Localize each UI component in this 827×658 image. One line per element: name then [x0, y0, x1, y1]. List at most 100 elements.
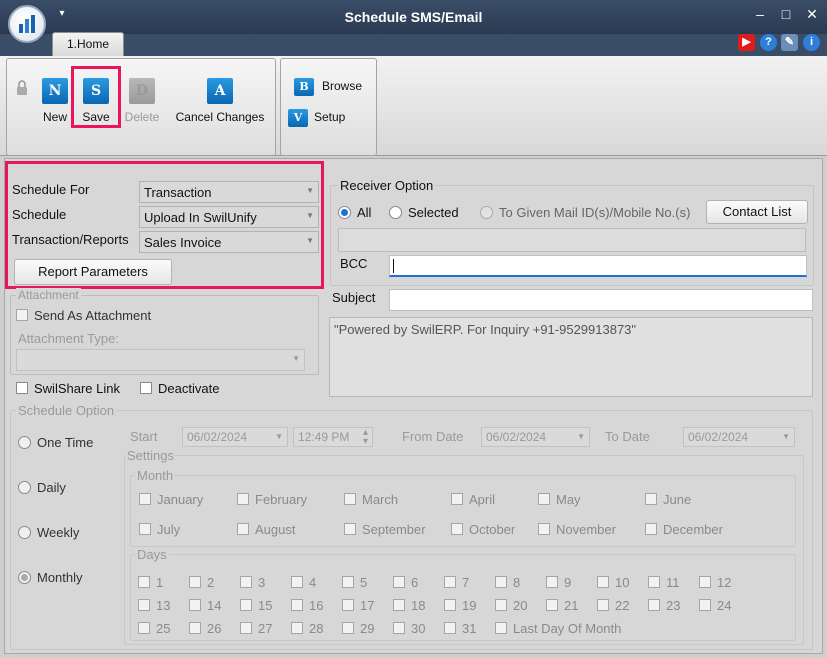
to-date-picker[interactable]: 06/02/2024 ▼	[683, 427, 795, 447]
quick-access-dropdown-icon[interactable]: ▾	[52, 8, 72, 19]
day-checkbox[interactable]: 14	[189, 598, 221, 613]
receiver-all-radio[interactable]: All	[338, 205, 371, 220]
subject-input[interactable]	[389, 289, 813, 311]
day-checkbox[interactable]: 22	[597, 598, 629, 613]
month-checkbox-label: February	[255, 492, 308, 507]
day-checkbox[interactable]: 8	[495, 575, 520, 590]
day-checkbox[interactable]: 24	[699, 598, 731, 613]
close-button[interactable]: ✕	[802, 6, 822, 23]
month-checkbox[interactable]: December	[645, 522, 723, 537]
day-checkbox[interactable]: 16	[291, 598, 323, 613]
day-checkbox[interactable]: 31	[444, 621, 476, 636]
day-checkbox[interactable]: 3	[240, 575, 265, 590]
browse-icon: B	[294, 78, 314, 96]
month-checkbox[interactable]: March	[344, 492, 398, 507]
day-checkbox-label: 11	[666, 575, 680, 590]
day-checkbox[interactable]: 28	[291, 621, 323, 636]
month-checkbox[interactable]: July	[139, 522, 180, 537]
month-checkbox[interactable]: September	[344, 522, 426, 537]
month-checkbox[interactable]: May	[538, 492, 581, 507]
message-textarea[interactable]: "Powered by SwilERP. For Inquiry +91-952…	[329, 317, 813, 397]
day-checkbox[interactable]: 13	[138, 598, 170, 613]
day-checkbox-label: 19	[462, 598, 477, 613]
day-checkbox[interactable]: 1	[138, 575, 163, 590]
schedule-select[interactable]: Upload In SwilUnify ▼	[139, 206, 319, 228]
from-date-picker[interactable]: 06/02/2024 ▼	[481, 427, 590, 447]
start-time-picker[interactable]: 12:49 PM ▴ ▾	[293, 427, 373, 447]
one-time-radio[interactable]: One Time	[18, 435, 93, 450]
checkbox-icon	[140, 382, 152, 394]
day-checkbox[interactable]: 15	[240, 598, 272, 613]
start-date-picker[interactable]: 06/02/2024 ▼	[182, 427, 288, 447]
day-checkbox[interactable]: 25	[138, 621, 170, 636]
month-checkbox[interactable]: November	[538, 522, 616, 537]
day-checkbox[interactable]: 27	[240, 621, 272, 636]
day-checkbox[interactable]: 30	[393, 621, 425, 636]
receiver-address-field[interactable]	[338, 228, 806, 252]
setup-button[interactable]: V Setup	[288, 109, 345, 129]
month-checkbox-label: January	[157, 492, 204, 507]
day-checkbox-label: 24	[717, 598, 732, 613]
day-checkbox[interactable]: 18	[393, 598, 425, 613]
save-label: Save	[82, 110, 110, 124]
report-parameters-button[interactable]: Report Parameters	[14, 259, 172, 285]
bcc-input[interactable]	[389, 255, 807, 277]
start-time-value: 12:49 PM	[298, 430, 350, 444]
youtube-icon[interactable]: ▶	[738, 34, 755, 51]
day-checkbox[interactable]: 5	[342, 575, 367, 590]
browse-button[interactable]: B Browse	[294, 78, 362, 98]
monthly-radio[interactable]: Monthly	[18, 570, 83, 585]
day-checkbox[interactable]: 19	[444, 598, 476, 613]
day-checkbox-label: 12	[717, 575, 732, 590]
day-checkbox[interactable]: 12	[699, 575, 731, 590]
checkbox-icon	[342, 622, 354, 634]
delete-button[interactable]: D Delete	[122, 78, 162, 124]
day-checkbox[interactable]: 29	[342, 621, 374, 636]
cancel-changes-button[interactable]: A Cancel Changes	[172, 78, 268, 124]
day-checkbox[interactable]: 20	[495, 598, 527, 613]
info-icon[interactable]: i	[803, 34, 820, 51]
new-button[interactable]: N New	[38, 78, 72, 124]
save-button[interactable]: S Save	[79, 78, 113, 124]
attachment-type-select[interactable]: ▼	[16, 349, 305, 371]
maximize-button[interactable]: □	[776, 6, 796, 22]
radio-icon	[480, 206, 493, 219]
receiver-selected-radio[interactable]: Selected	[389, 205, 459, 220]
daily-radio[interactable]: Daily	[18, 480, 66, 495]
month-checkbox[interactable]: January	[139, 492, 203, 507]
day-checkbox[interactable]: 21	[546, 598, 578, 613]
month-checkbox-label: November	[556, 522, 616, 537]
minimize-button[interactable]: –	[750, 6, 770, 22]
app-logo-icon[interactable]	[8, 5, 46, 43]
checkbox-icon	[393, 576, 405, 588]
month-checkbox[interactable]: June	[645, 492, 691, 507]
month-checkbox[interactable]: August	[237, 522, 295, 537]
send-as-attachment-checkbox[interactable]: Send As Attachment	[16, 308, 151, 323]
day-checkbox[interactable]: 23	[648, 598, 680, 613]
contact-list-button[interactable]: Contact List	[706, 200, 808, 224]
schedule-for-select[interactable]: Transaction ▼	[139, 181, 319, 203]
day-checkbox[interactable]: 10	[597, 575, 629, 590]
month-checkbox[interactable]: February	[237, 492, 307, 507]
day-checkbox[interactable]: 4	[291, 575, 316, 590]
day-checkbox[interactable]: 6	[393, 575, 418, 590]
day-checkbox[interactable]: 2	[189, 575, 214, 590]
checkbox-icon	[444, 576, 456, 588]
month-checkbox-label: October	[469, 522, 516, 537]
deactivate-checkbox[interactable]: Deactivate	[140, 381, 219, 396]
month-checkbox[interactable]: October	[451, 522, 515, 537]
help-icon[interactable]: ?	[760, 34, 777, 51]
day-checkbox[interactable]: 9	[546, 575, 571, 590]
day-checkbox[interactable]: 11	[648, 575, 680, 590]
tab-home[interactable]: 1.Home	[52, 32, 124, 56]
weekly-radio[interactable]: Weekly	[18, 525, 79, 540]
transaction-reports-select[interactable]: Sales Invoice ▼	[139, 231, 319, 253]
day-checkbox[interactable]: 17	[342, 598, 374, 613]
month-checkbox[interactable]: April	[451, 492, 495, 507]
swilshare-link-checkbox[interactable]: SwilShare Link	[16, 381, 120, 396]
last-day-of-month-checkbox[interactable]: Last Day Of Month	[495, 621, 621, 636]
day-checkbox[interactable]: 26	[189, 621, 221, 636]
receiver-given-radio[interactable]: To Given Mail ID(s)/Mobile No.(s)	[480, 205, 690, 220]
notes-icon[interactable]: ✎	[781, 34, 798, 51]
day-checkbox[interactable]: 7	[444, 575, 469, 590]
